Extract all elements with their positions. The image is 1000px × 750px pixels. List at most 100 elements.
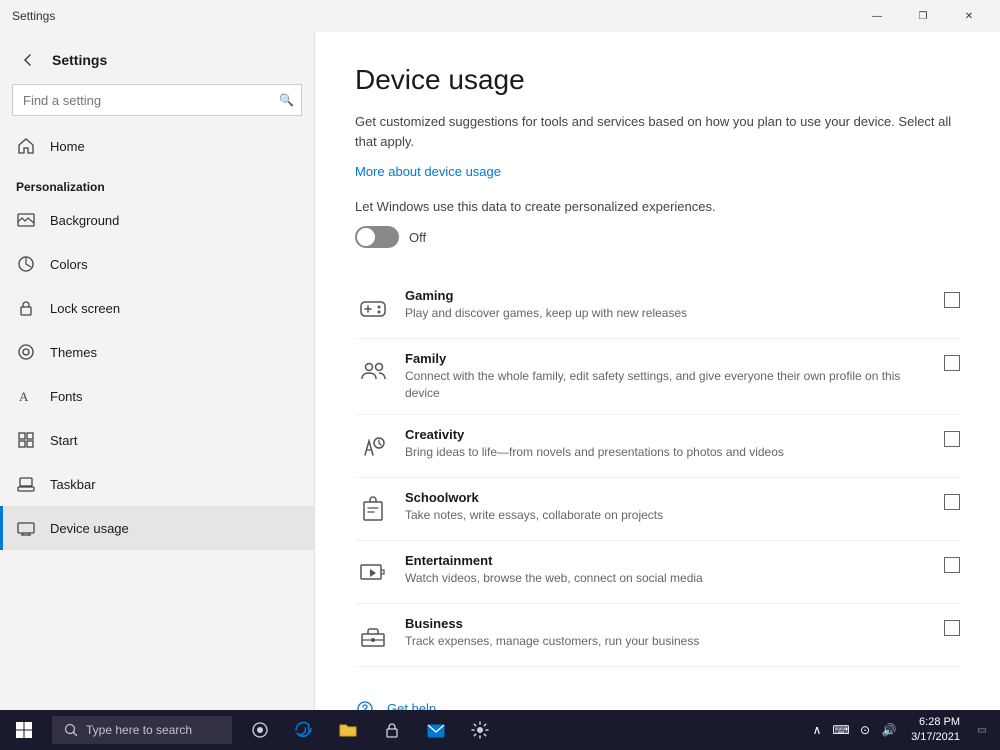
toggle-label: Off (409, 230, 426, 245)
taskbar-search-text: Type here to search (86, 723, 192, 737)
edge-button[interactable] (284, 710, 324, 750)
sidebar-item-fonts[interactable]: A Fonts (0, 374, 314, 418)
svg-text:A: A (19, 389, 29, 404)
app-body: Settings 🔍 Home Personalization Backgrou… (0, 32, 1000, 710)
task-view-button[interactable] (240, 710, 280, 750)
toggle-switch[interactable] (355, 226, 399, 248)
windows-icon (15, 721, 33, 739)
file-explorer-icon (338, 720, 358, 740)
start-icon (16, 430, 36, 450)
creativity-checkbox[interactable] (944, 431, 960, 447)
gaming-text: Gaming Play and discover games, keep up … (405, 288, 930, 322)
family-desc: Connect with the whole family, edit safe… (405, 368, 930, 402)
option-business: Business Track expenses, manage customer… (355, 604, 960, 667)
sidebar-item-home[interactable]: Home (0, 124, 314, 168)
gaming-checkbox[interactable] (944, 292, 960, 308)
sidebar-item-home-label: Home (50, 139, 85, 154)
entertainment-icon (355, 555, 391, 591)
settings-app-button[interactable] (460, 710, 500, 750)
schoolwork-text: Schoolwork Take notes, write essays, col… (405, 490, 930, 524)
sidebar-item-device-usage[interactable]: Device usage (0, 506, 314, 550)
colors-icon (16, 254, 36, 274)
creativity-text: Creativity Bring ideas to life—from nove… (405, 427, 930, 461)
maximize-button[interactable]: ❐ (900, 0, 946, 32)
taskbar-apps (240, 710, 500, 750)
business-checkbox[interactable] (944, 620, 960, 636)
network-icon[interactable]: ⊙ (855, 720, 875, 740)
entertainment-checkbox[interactable] (944, 557, 960, 573)
sidebar-item-themes[interactable]: Themes (0, 330, 314, 374)
family-name: Family (405, 351, 930, 366)
page-description: Get customized suggestions for tools and… (355, 112, 955, 151)
sidebar-item-lockscreen[interactable]: Lock screen (0, 286, 314, 330)
get-help-link[interactable]: Get help (387, 701, 436, 710)
family-checkbox[interactable] (944, 355, 960, 371)
search-input[interactable] (12, 84, 302, 116)
main-content: Device usage Get customized suggestions … (315, 32, 1000, 710)
sidebar-item-themes-label: Themes (50, 345, 97, 360)
personalize-text: Let Windows use this data to create pers… (355, 199, 960, 214)
entertainment-name: Entertainment (405, 553, 930, 568)
back-icon (22, 54, 34, 66)
themes-icon (16, 342, 36, 362)
sidebar-item-background[interactable]: Background (0, 198, 314, 242)
sidebar-item-lockscreen-label: Lock screen (50, 301, 120, 316)
business-text: Business Track expenses, manage customer… (405, 616, 930, 650)
option-family: Family Connect with the whole family, ed… (355, 339, 960, 415)
toggle-row: Off (355, 226, 960, 248)
option-gaming: Gaming Play and discover games, keep up … (355, 276, 960, 339)
schoolwork-checkbox[interactable] (944, 494, 960, 510)
time-display: 6:28 PM (911, 715, 960, 730)
creativity-desc: Bring ideas to life—from novels and pres… (405, 444, 930, 461)
date-display: 3/17/2021 (911, 730, 960, 745)
entertainment-text: Entertainment Watch videos, browse the w… (405, 553, 930, 587)
creativity-name: Creativity (405, 427, 930, 442)
mail-button[interactable] (416, 710, 456, 750)
gaming-name: Gaming (405, 288, 930, 303)
sidebar-item-colors[interactable]: Colors (0, 242, 314, 286)
minimize-button[interactable]: — (854, 0, 900, 32)
family-text: Family Connect with the whole family, ed… (405, 351, 930, 402)
taskbar-time[interactable]: 6:28 PM 3/17/2021 (903, 715, 968, 746)
task-view-icon (251, 721, 269, 739)
taskbar-right: ∧ ⌨ ⊙ 🔊 6:28 PM 3/17/2021 ▭ (807, 715, 1000, 746)
search-icon: 🔍 (279, 93, 294, 107)
sidebar-item-fonts-label: Fonts (50, 389, 83, 404)
taskbar-search[interactable]: Type here to search (52, 716, 232, 744)
system-tray-icon[interactable]: ∧ (807, 720, 827, 740)
edge-icon (294, 720, 314, 740)
show-desktop-button[interactable]: ▭ (972, 720, 992, 740)
more-about-link[interactable]: More about device usage (355, 164, 501, 179)
speaker-icon[interactable]: 🔊 (879, 720, 899, 740)
sidebar-title: Settings (52, 52, 107, 68)
titlebar-left: Settings (8, 9, 55, 23)
toggle-knob (357, 228, 375, 246)
settings-app-icon (470, 720, 490, 740)
taskbar-system: ∧ ⌨ ⊙ 🔊 (807, 720, 899, 740)
start-button[interactable] (0, 710, 48, 750)
file-explorer-button[interactable] (328, 710, 368, 750)
page-title: Device usage (355, 64, 960, 96)
creativity-icon (355, 429, 391, 465)
sidebar-item-colors-label: Colors (50, 257, 88, 272)
option-entertainment: Entertainment Watch videos, browse the w… (355, 541, 960, 604)
sidebar-item-start[interactable]: Start (0, 418, 314, 462)
device-usage-icon (16, 518, 36, 538)
home-icon (16, 136, 36, 156)
gaming-icon (355, 290, 391, 326)
titlebar: Settings — ❐ ✕ (0, 0, 1000, 32)
lock-app-button[interactable] (372, 710, 412, 750)
sidebar-item-device-usage-label: Device usage (50, 521, 129, 536)
sidebar-item-background-label: Background (50, 213, 119, 228)
business-desc: Track expenses, manage customers, run yo… (405, 633, 930, 650)
mail-icon (426, 720, 446, 740)
background-icon (16, 210, 36, 230)
personalization-label: Personalization (0, 168, 314, 198)
sidebar-item-taskbar[interactable]: Taskbar (0, 462, 314, 506)
close-button[interactable]: ✕ (946, 0, 992, 32)
taskbar-search-icon (64, 723, 78, 737)
keyboard-icon: ⌨ (831, 720, 851, 740)
option-creativity: Creativity Bring ideas to life—from nove… (355, 415, 960, 478)
back-button[interactable] (12, 44, 44, 76)
sidebar-item-taskbar-label: Taskbar (50, 477, 96, 492)
